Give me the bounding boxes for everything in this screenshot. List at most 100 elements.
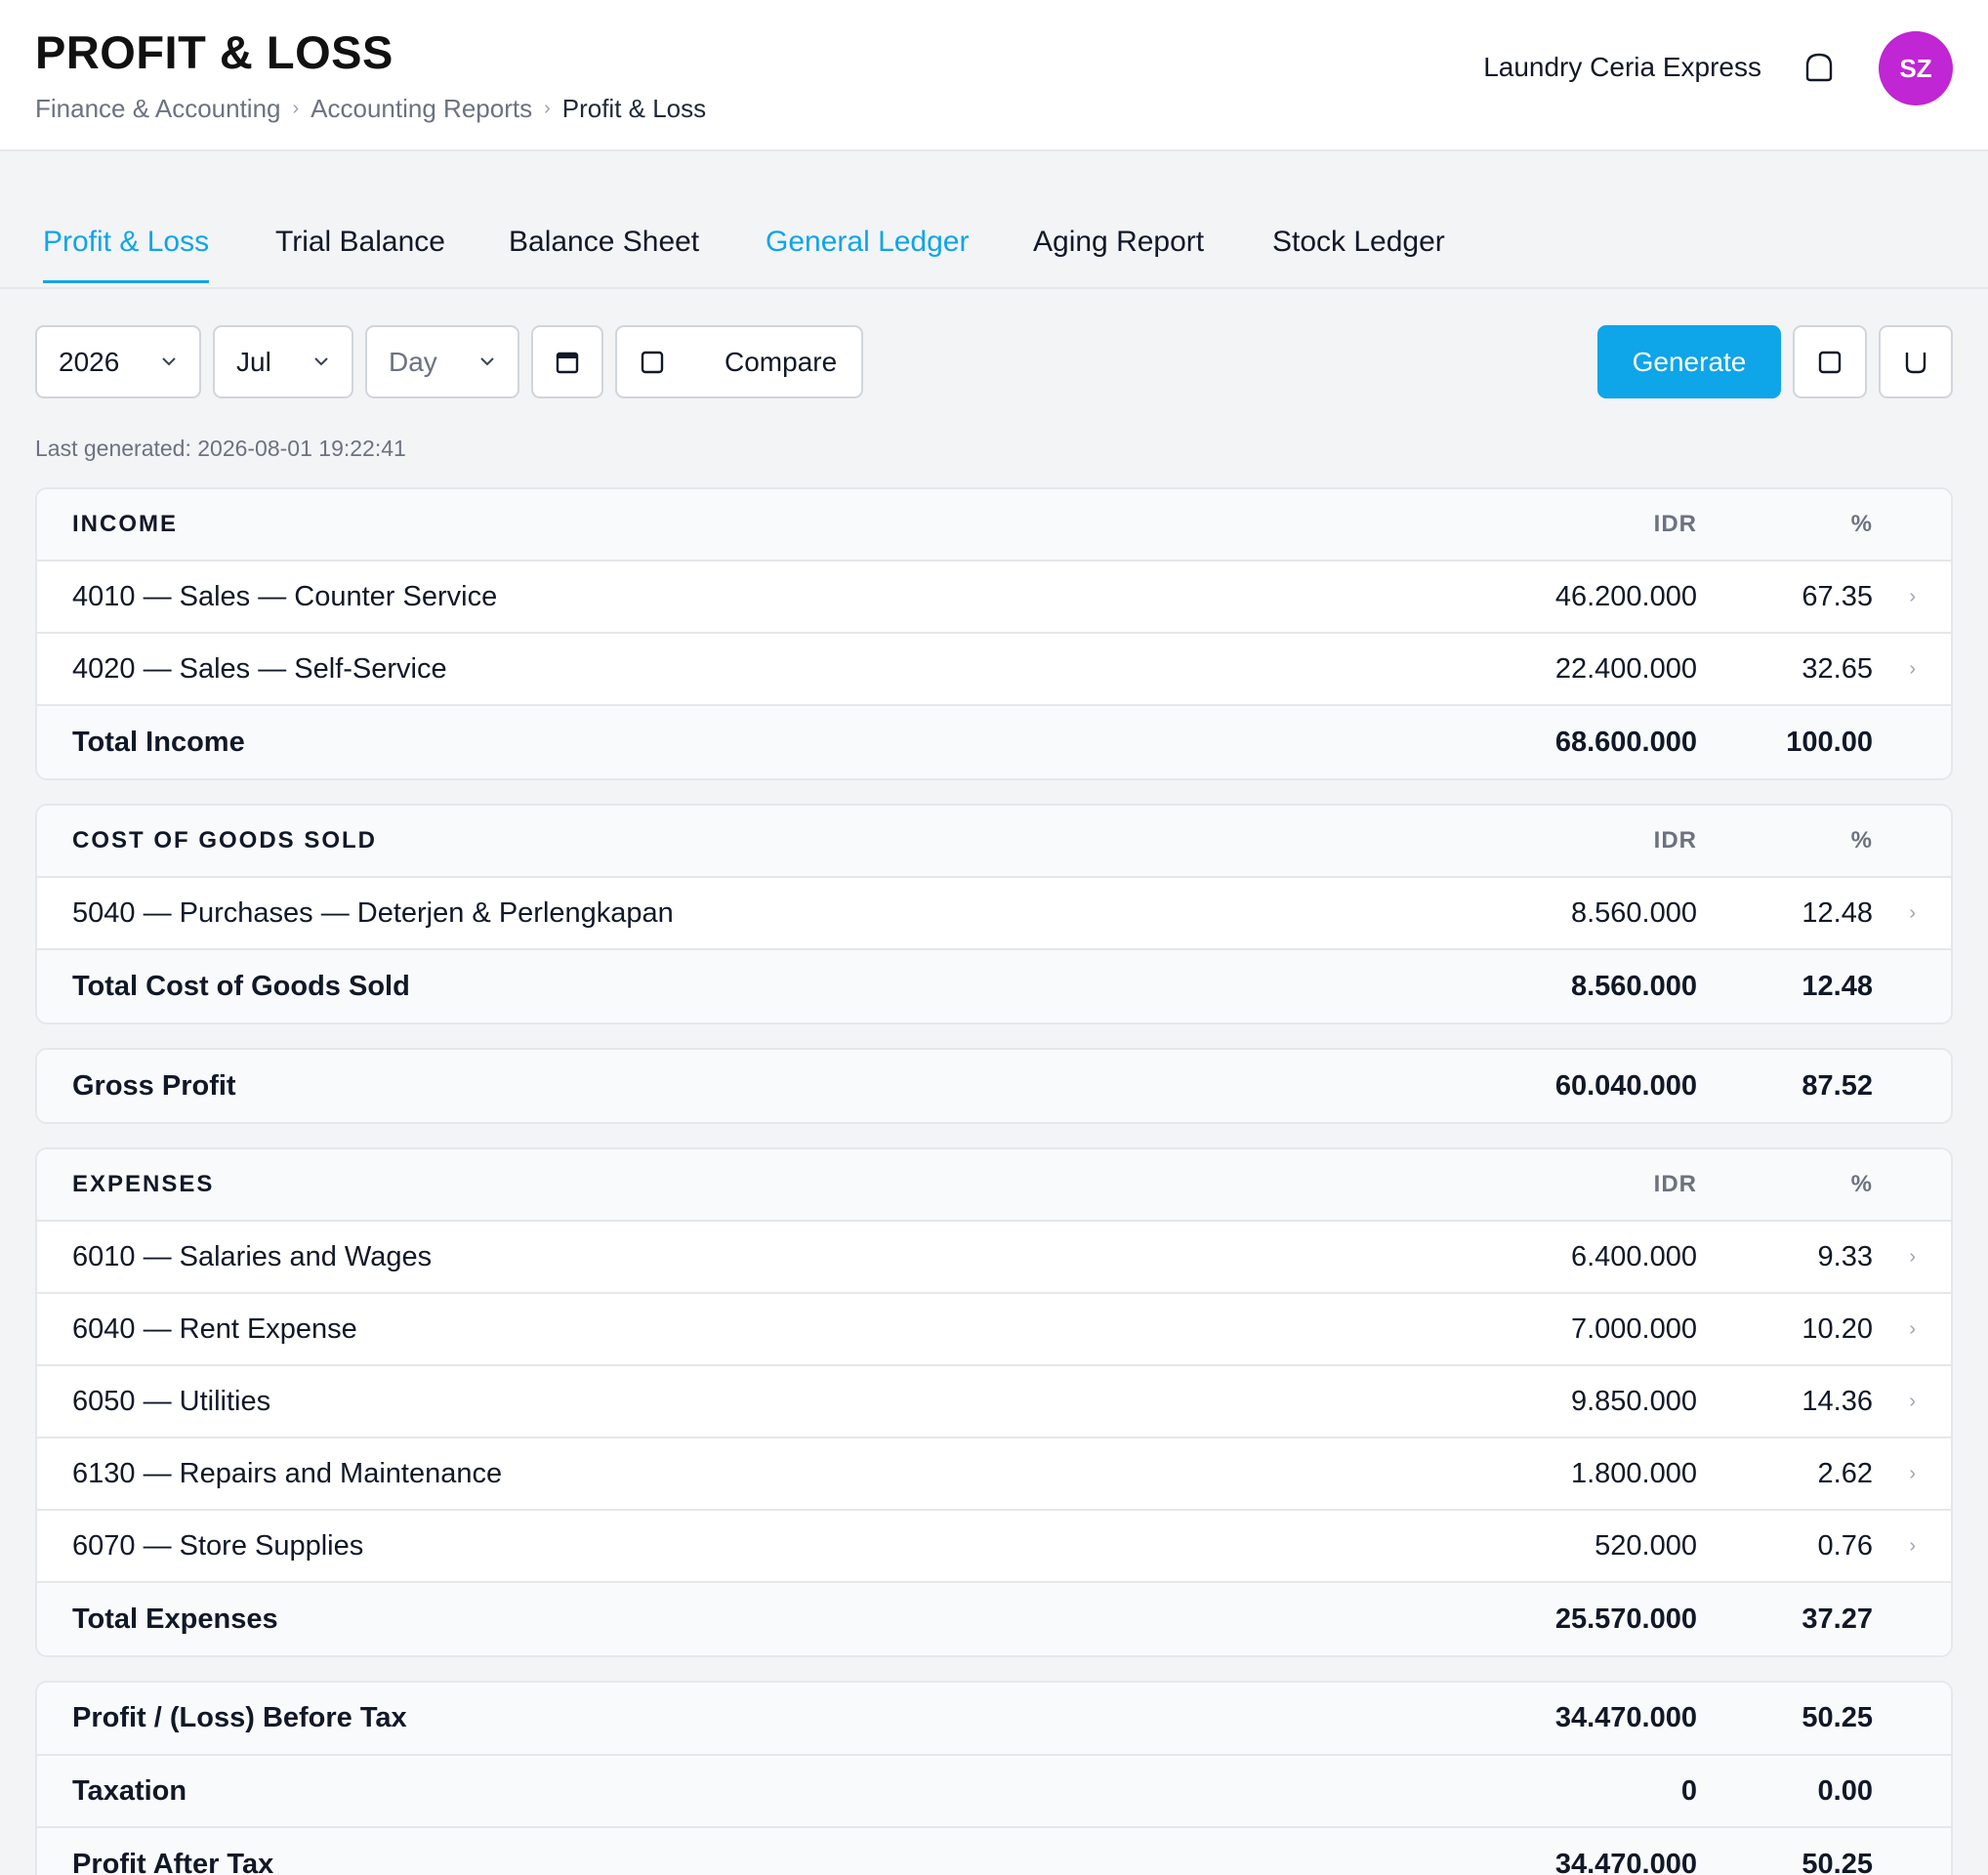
gross-profit-row: Gross Profit 60.040.000 87.52 — [37, 1050, 1951, 1122]
account-row[interactable]: 5040 — Purchases — Deterjen & Perlengkap… — [37, 878, 1951, 950]
column-header-percent: % — [1850, 1171, 1873, 1197]
taxation-label: Taxation — [72, 1774, 187, 1807]
print-button[interactable] — [1879, 325, 1953, 398]
income-section: INCOME IDR % 4010 — Sales — Counter Serv… — [35, 487, 1953, 780]
column-header-percent: % — [1850, 511, 1873, 537]
breadcrumb-current: Profit & Loss — [561, 94, 707, 123]
tab-general-ledger[interactable]: General Ledger — [766, 226, 969, 280]
account-row[interactable]: 4020 — Sales — Self-Service 22.400.000 3… — [37, 634, 1951, 706]
total-percent: 12.48 — [1802, 970, 1873, 1002]
tab-balance-sheet[interactable]: Balance Sheet — [509, 226, 699, 280]
account-percent: 2.62 — [1817, 1457, 1873, 1489]
chevron-down-icon — [314, 357, 328, 366]
chevron-right-icon[interactable]: › — [1909, 1318, 1916, 1341]
account-row[interactable]: 4010 — Sales — Counter Service 46.200.00… — [37, 562, 1951, 634]
account-row[interactable]: 6070 — Store Supplies 520.000 0.76 › — [37, 1511, 1951, 1583]
account-row[interactable]: 6010 — Salaries and Wages 6.400.000 9.33… — [37, 1222, 1951, 1294]
tab-aging-report[interactable]: Aging Report — [1033, 226, 1204, 280]
calendar-button[interactable] — [531, 325, 603, 398]
day-placeholder: Day — [389, 346, 437, 377]
compare-label: Compare — [725, 346, 838, 377]
account-amount: 6.400.000 — [1570, 1240, 1697, 1272]
section-title: EXPENSES — [72, 1171, 215, 1197]
account-label: 4010 — Sales — Counter Service — [72, 580, 498, 612]
breadcrumb: Finance & Accounting › Accounting Report… — [35, 94, 706, 124]
compare-toggle[interactable]: Compare — [615, 325, 863, 398]
chevron-right-icon[interactable]: › — [1909, 1391, 1916, 1413]
account-percent: 9.33 — [1817, 1240, 1873, 1272]
account-label: 5040 — Purchases — Deterjen & Perlengkap… — [72, 896, 674, 929]
taxation-percent: 0.00 — [1817, 1774, 1873, 1807]
profit-after-tax-percent: 50.25 — [1802, 1848, 1873, 1875]
organization-name[interactable]: Laundry Ceria Express — [1483, 52, 1761, 83]
print-icon — [1905, 352, 1926, 373]
account-percent: 12.48 — [1802, 896, 1873, 929]
cogs-section: COST OF GOODS SOLD IDR % 5040 — Purchase… — [35, 804, 1953, 1024]
profit-after-tax-row: Profit After Tax 34.470.000 50.25 — [37, 1828, 1951, 1875]
tab-profit-loss[interactable]: Profit & Loss — [43, 226, 210, 283]
gross-profit-amount: 60.040.000 — [1554, 1069, 1697, 1102]
bell-icon[interactable] — [1803, 52, 1835, 83]
section-header: EXPENSES IDR % — [37, 1149, 1951, 1222]
profit-before-tax-row: Profit / (Loss) Before Tax 34.470.000 50… — [37, 1683, 1951, 1756]
profit-before-tax-percent: 50.25 — [1802, 1702, 1873, 1733]
total-percent: 37.27 — [1802, 1603, 1873, 1635]
account-row[interactable]: 6040 — Rent Expense 7.000.000 10.20 › — [37, 1294, 1951, 1366]
chevron-right-icon[interactable]: › — [1909, 902, 1916, 925]
chevron-down-icon — [480, 357, 494, 366]
account-label: 6050 — Utilities — [72, 1385, 271, 1417]
profit-before-tax-label: Profit / (Loss) Before Tax — [72, 1702, 407, 1733]
taxation-amount: 0 — [1680, 1774, 1697, 1807]
avatar[interactable]: SZ — [1879, 31, 1953, 105]
month-select[interactable]: Jul — [213, 325, 353, 398]
account-percent: 0.76 — [1817, 1529, 1873, 1562]
report-tabs: Profit & Loss Trial Balance Balance Shee… — [0, 151, 1988, 289]
breadcrumb-finance-accounting[interactable]: Finance & Accounting — [35, 94, 281, 124]
chevron-right-icon[interactable]: › — [1909, 1535, 1916, 1558]
tab-trial-balance[interactable]: Trial Balance — [275, 226, 445, 280]
export-button[interactable] — [1793, 325, 1867, 398]
chevron-right-icon[interactable]: › — [1909, 1463, 1916, 1485]
total-amount: 68.600.000 — [1554, 726, 1697, 758]
checkbox-icon[interactable] — [641, 351, 664, 374]
profit-after-tax-label: Profit After Tax — [72, 1848, 274, 1875]
total-label: Total Income — [72, 726, 245, 758]
section-header: COST OF GOODS SOLD IDR % — [37, 806, 1951, 878]
column-header-amount: IDR — [1653, 1171, 1697, 1197]
gross-profit-percent: 87.52 — [1802, 1069, 1873, 1102]
year-value: 2026 — [59, 346, 120, 377]
account-percent: 14.36 — [1802, 1385, 1873, 1417]
gross-profit-label: Gross Profit — [72, 1069, 236, 1102]
tab-stock-ledger[interactable]: Stock Ledger — [1272, 226, 1445, 280]
chevron-right-icon[interactable]: › — [1909, 586, 1916, 608]
generate-button[interactable]: Generate — [1597, 325, 1781, 398]
month-value: Jul — [236, 346, 271, 377]
profit-before-tax-amount: 34.470.000 — [1554, 1702, 1697, 1733]
section-title: COST OF GOODS SOLD — [72, 827, 378, 854]
chevron-right-icon[interactable]: › — [1909, 1246, 1916, 1269]
chevron-right-icon[interactable]: › — [1909, 658, 1916, 681]
total-row: Total Cost of Goods Sold 8.560.000 12.48 — [37, 950, 1951, 1022]
breadcrumb-separator-icon: › — [544, 98, 551, 119]
breadcrumb-accounting-reports[interactable]: Accounting Reports — [311, 94, 532, 124]
taxation-row: Taxation 0 0.00 — [37, 1756, 1951, 1828]
account-row[interactable]: 6130 — Repairs and Maintenance 1.800.000… — [37, 1438, 1951, 1511]
column-header-amount: IDR — [1653, 511, 1697, 537]
breadcrumb-separator-icon: › — [292, 98, 300, 119]
total-label: Total Cost of Goods Sold — [72, 970, 410, 1002]
account-amount: 46.200.000 — [1554, 580, 1697, 612]
app-header: PROFIT & LOSS Finance & Accounting › Acc… — [0, 0, 1988, 151]
account-amount: 22.400.000 — [1554, 652, 1697, 685]
total-row: Total Income 68.600.000 100.00 — [37, 706, 1951, 778]
page-title: PROFIT & LOSS — [35, 26, 393, 78]
account-amount: 520.000 — [1595, 1529, 1697, 1562]
total-row: Total Expenses 25.570.000 37.27 — [37, 1583, 1951, 1655]
day-select[interactable]: Day — [365, 325, 519, 398]
account-amount: 8.560.000 — [1570, 896, 1697, 929]
year-select[interactable]: 2026 — [35, 325, 201, 398]
account-amount: 1.800.000 — [1570, 1457, 1697, 1489]
account-row[interactable]: 6050 — Utilities 9.850.000 14.36 › — [37, 1366, 1951, 1438]
gross-profit-section: Gross Profit 60.040.000 87.52 — [35, 1048, 1953, 1124]
total-amount: 25.570.000 — [1554, 1603, 1697, 1635]
column-header-percent: % — [1850, 827, 1873, 854]
